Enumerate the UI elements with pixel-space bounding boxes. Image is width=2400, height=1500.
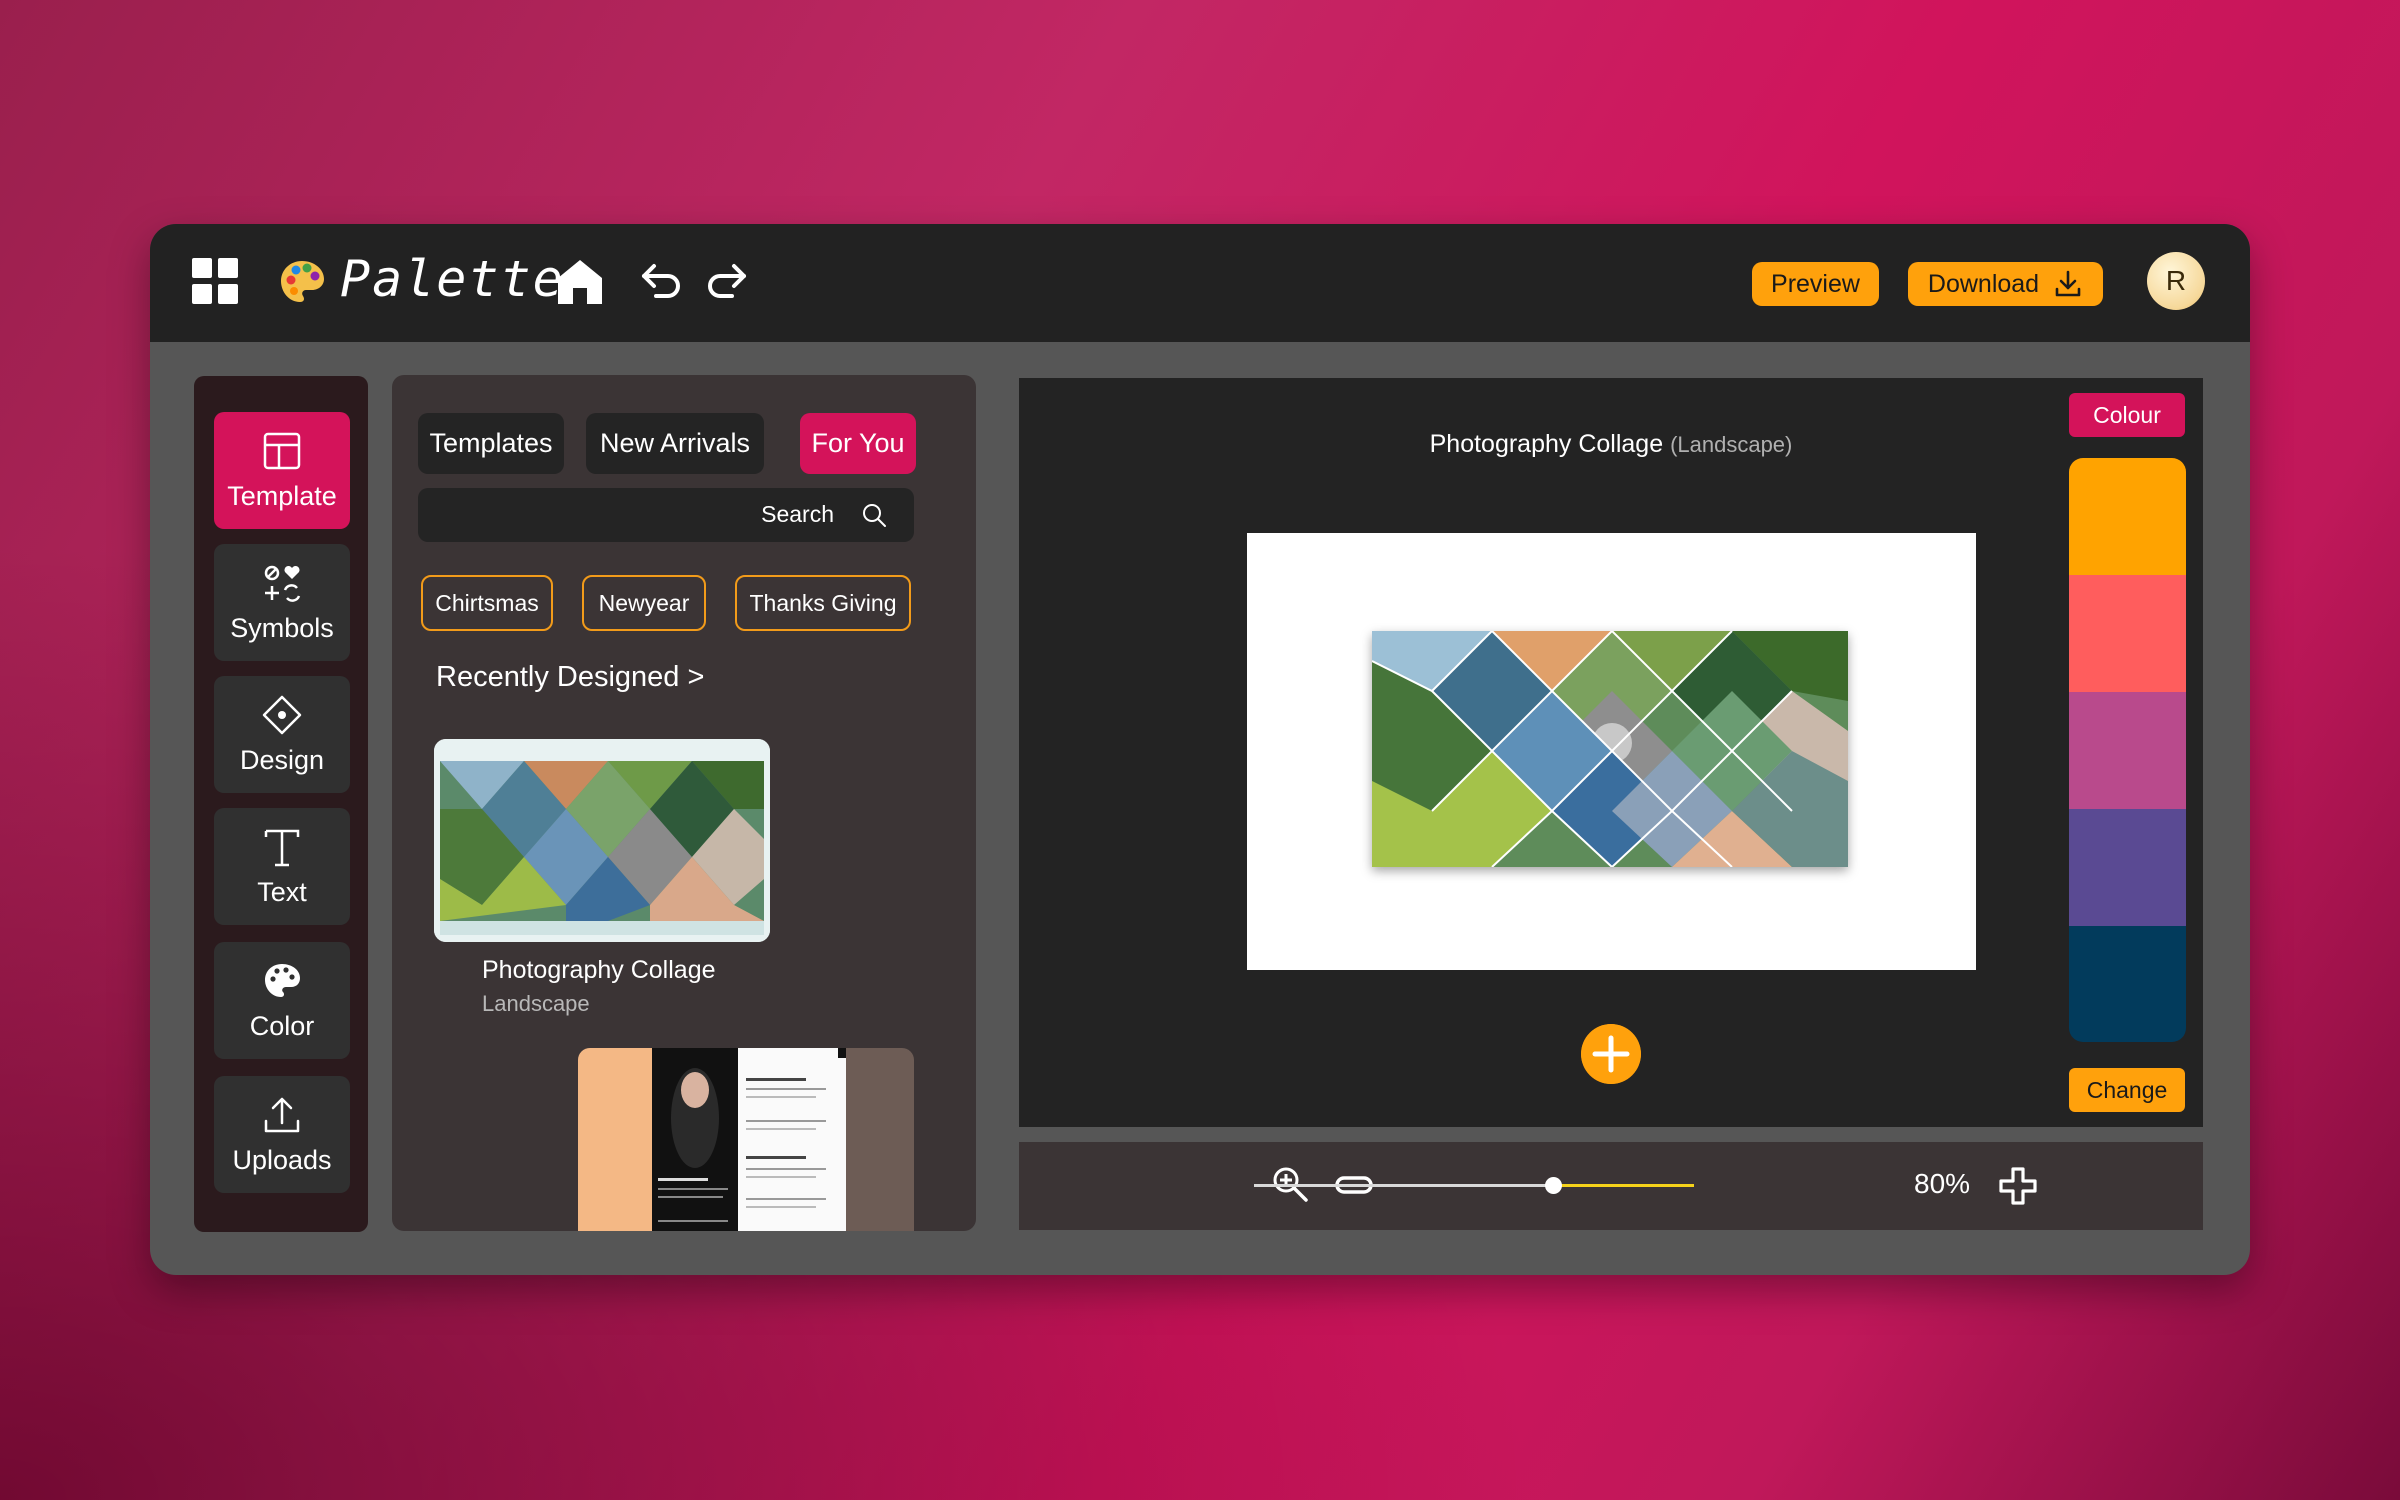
search-label: Search [761,501,834,527]
swatch[interactable] [2069,692,2186,809]
apps-grid-icon[interactable] [192,258,238,304]
chip-christmas[interactable]: Chirtsmas [421,575,553,631]
add-page-button[interactable] [1581,1024,1641,1084]
app-window: Palette Preview Download R Template Symb… [150,224,2250,1275]
colour-swatches [2069,458,2186,1042]
chip-newyear[interactable]: Newyear [582,575,706,631]
sidebar-item-label: Template [227,481,337,511]
top-bar: Palette Preview Download R [150,224,2250,342]
recently-designed-heading[interactable]: Recently Designed > [436,661,704,694]
zoom-bar: 80% [1019,1142,2203,1230]
undo-icon[interactable] [636,256,688,308]
sidebar-item-label: Color [249,1011,315,1041]
sidebar-item-symbols[interactable]: Symbols [214,544,350,661]
preview-button[interactable]: Preview [1752,262,1879,306]
app-name: Palette [340,250,565,308]
canvas-title: Photography Collage (Landscape) [1019,430,2203,459]
canvas-title-text: Photography Collage [1429,430,1664,458]
zoom-level: 80% [1914,1168,1971,1199]
tool-sidebar: Template Symbols Design Text Color Uploa… [194,376,368,1232]
colour-button[interactable]: Colour [2069,393,2185,437]
artboard[interactable] [1247,533,1976,970]
tab-templates[interactable]: Templates [418,413,564,474]
swatch[interactable] [2069,575,2186,692]
palette-icon [265,964,300,997]
sidebar-item-design[interactable]: Design [214,676,350,793]
sidebar-item-color[interactable]: Color [214,942,350,1059]
canvas-area: Photography Collage (Landscape) [1019,378,2203,1127]
search-icon[interactable] [860,501,888,529]
sidebar-item-text[interactable]: Text [214,808,350,925]
collage-photo [1372,631,1848,867]
template-icon [263,432,301,470]
palette-logo-icon [281,261,324,302]
change-colours-button[interactable]: Change [2069,1068,2185,1112]
zoom-slider-remaining[interactable] [1554,1184,1694,1187]
resume-thumbnail-image [578,1048,846,1231]
swatch[interactable] [2069,458,2186,575]
home-icon[interactable] [554,256,606,308]
zoom-slider-handle[interactable] [1545,1177,1562,1194]
sidebar-item-label: Text [257,877,307,907]
tab-for-you[interactable]: For You [800,413,916,474]
swatch[interactable] [2069,809,2186,926]
zoom-slider-track[interactable] [1254,1184,1554,1187]
collage-thumbnail-image [434,739,770,942]
download-label: Download [1927,269,2040,298]
tab-new-arrivals[interactable]: New Arrivals [586,413,764,474]
sidebar-item-template[interactable]: Template [214,412,350,529]
symbols-icon [264,565,301,602]
sidebar-item-label: Design [239,745,325,775]
avatar[interactable]: R [2147,252,2205,310]
collage-image[interactable] [1372,631,1848,867]
swatch[interactable] [2069,926,2186,1042]
download-button[interactable]: Download [1908,262,2103,306]
design-icon [262,695,302,735]
redo-icon[interactable] [700,256,752,308]
recent-design-title: Photography Collage [482,956,716,984]
text-icon [264,829,300,867]
preview-label: Preview [1771,269,1860,298]
sidebar-item-label: Uploads [232,1145,332,1175]
download-icon [2055,270,2081,297]
zoom-plus-icon[interactable] [1998,1166,2038,1206]
upload-icon [264,1097,300,1133]
canvas-title-subtitle: (Landscape) [1670,432,1793,457]
recent-design-subtitle: Landscape [482,991,590,1016]
chip-thanksgiving[interactable]: Thanks Giving [735,575,911,631]
sidebar-item-uploads[interactable]: Uploads [214,1076,350,1193]
search-input[interactable]: Search [418,488,914,542]
recent-design-thumbnail[interactable] [434,739,770,942]
template-panel: Templates New Arrivals For You Search Ch… [392,375,976,1231]
sidebar-item-label: Symbols [230,613,334,643]
resume-template-thumbnail[interactable] [578,1048,914,1231]
